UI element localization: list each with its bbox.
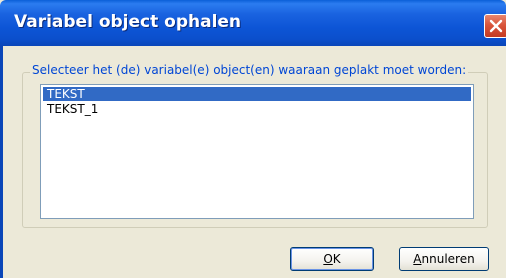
close-button[interactable] [484,14,506,38]
window-title: Variabel object ophalen [14,12,242,32]
list-item[interactable]: TEKST [43,87,471,101]
cancel-mnemonic: A [413,252,422,266]
window-border [0,46,3,278]
close-icon [489,19,503,33]
ok-label-rest: K [332,252,341,266]
cancel-label-rest: nnuleren [421,252,475,266]
list-item[interactable]: TEKST_1 [43,102,471,116]
ok-mnemonic: O [323,252,333,266]
title-bar[interactable]: Variabel object ophalen [0,0,506,46]
dialog-window: Variabel object ophalen Selecteer het (d… [0,0,506,278]
cancel-button[interactable]: Annuleren [399,247,489,271]
ok-button[interactable]: OK [290,247,374,271]
groupbox-label: Selecteer het (de) variabel(e) object(en… [30,63,469,77]
object-listbox[interactable]: TEKST TEKST_1 [40,84,474,219]
